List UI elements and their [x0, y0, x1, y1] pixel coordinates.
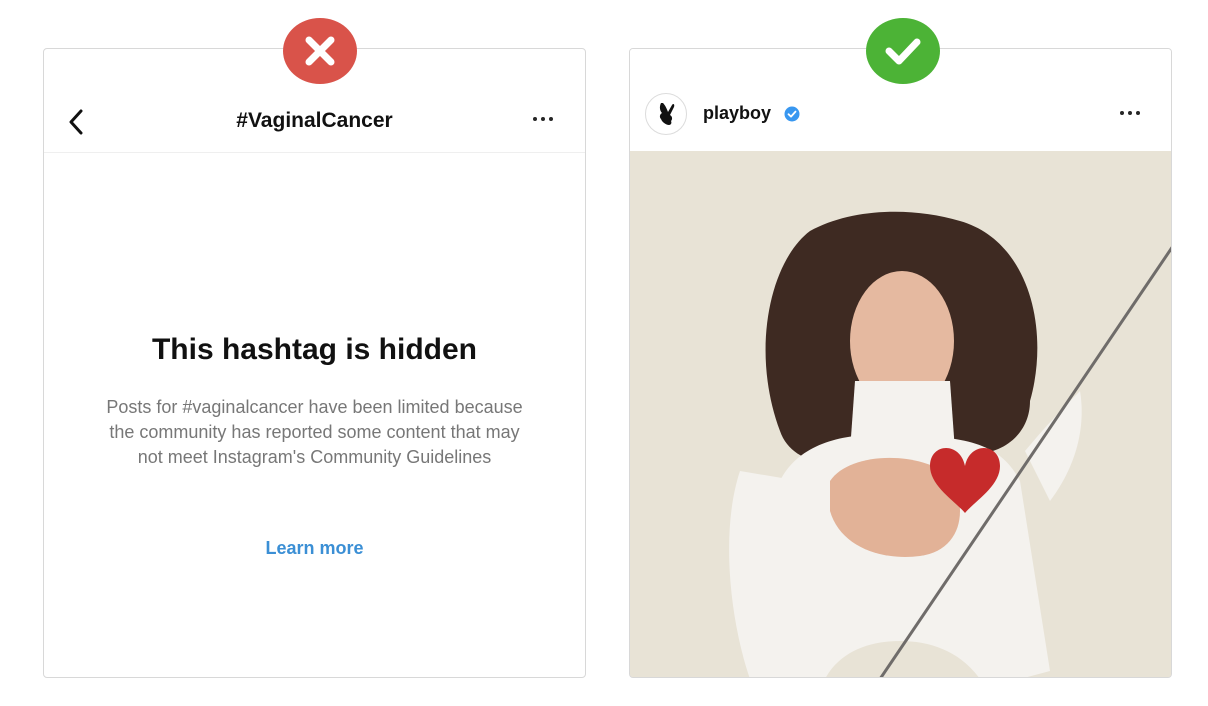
- photo-illustration: [630, 151, 1171, 677]
- hidden-heading: This hashtag is hidden: [151, 333, 478, 366]
- more-options-icon[interactable]: [1115, 101, 1145, 125]
- hidden-hashtag-screen: #VaginalCancer This hashtag is hidden Po…: [43, 48, 586, 678]
- checkmark-icon: [885, 38, 921, 65]
- avatar[interactable]: [645, 93, 687, 135]
- bunny-logo-icon: [659, 103, 675, 125]
- hidden-description: Posts for #vaginalcancer have been limit…: [106, 397, 523, 467]
- hashtag-title: #VaginalCancer: [236, 109, 393, 132]
- rejected-badge: [283, 18, 357, 84]
- learn-more-link[interactable]: Learn more: [44, 538, 585, 559]
- more-options-icon[interactable]: [528, 107, 558, 131]
- x-icon: [305, 36, 335, 66]
- approved-badge: [866, 18, 940, 84]
- post-photo[interactable]: [630, 151, 1171, 677]
- username[interactable]: playboy: [703, 103, 771, 124]
- post-screen: playboy: [629, 48, 1172, 678]
- verified-badge-icon: [784, 106, 800, 122]
